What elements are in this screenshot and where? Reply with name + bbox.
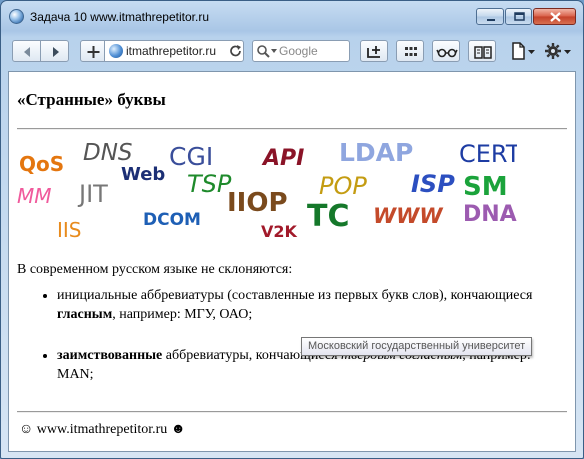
banner-word: DCOM bbox=[143, 210, 201, 230]
glasses-icon bbox=[436, 48, 458, 58]
grid-view-button[interactable] bbox=[396, 40, 424, 62]
book-icon bbox=[474, 46, 492, 59]
item2-bold: заимствованные bbox=[57, 348, 163, 363]
page-heading: «Странные» буквы bbox=[17, 90, 166, 109]
banner-word: IIS bbox=[57, 218, 82, 238]
bottom-divider bbox=[17, 411, 567, 413]
search-field[interactable] bbox=[252, 40, 350, 62]
settings-menu-button[interactable] bbox=[542, 40, 573, 62]
search-input[interactable] bbox=[279, 43, 345, 59]
gear-icon bbox=[545, 43, 571, 59]
item1-text: инициальные аббревиатуры (составленные и… bbox=[57, 288, 533, 303]
item1-text-end: , например: МГУ, ОАО; bbox=[112, 307, 253, 322]
search-icon bbox=[257, 45, 277, 58]
bookmarks-button[interactable] bbox=[468, 40, 496, 62]
banner-word: DNA bbox=[463, 202, 517, 227]
intro-text: В современном русском языке не склоняютс… bbox=[17, 262, 293, 277]
banner-word: WWW bbox=[373, 204, 443, 228]
abbreviations-banner-image: QoS DNS CGI TSP API LDAP CERT MM JIT Web… bbox=[17, 134, 517, 238]
smiley-icon: ☺ bbox=[19, 422, 34, 437]
banner-word: V2K bbox=[261, 222, 297, 239]
abbreviation-tooltip: Московский государственный университет bbox=[301, 337, 533, 356]
site-globe-icon bbox=[109, 44, 123, 58]
page-icon bbox=[512, 42, 535, 60]
reload-icon[interactable] bbox=[228, 43, 244, 59]
reading-list-button[interactable] bbox=[432, 40, 460, 62]
close-button[interactable] bbox=[533, 8, 576, 25]
minimize-button[interactable] bbox=[476, 8, 504, 25]
close-icon bbox=[550, 12, 561, 22]
minimize-icon bbox=[487, 19, 495, 21]
browser-toolbar: itmathrepetitor.ru bbox=[9, 35, 577, 69]
maximize-icon bbox=[514, 12, 525, 21]
banner-word: CERT bbox=[459, 140, 517, 168]
banner-word: TC bbox=[307, 199, 350, 234]
window-title: Задача 10 www.itmathrepetitor.ru bbox=[30, 10, 209, 24]
title-bar[interactable]: Задача 10 www.itmathrepetitor.ru bbox=[1, 1, 583, 31]
banner-word: POP bbox=[319, 172, 367, 200]
page-menu-button[interactable] bbox=[507, 40, 538, 62]
banner-word: TSP bbox=[187, 170, 232, 198]
smiley-filled-icon: ☻ bbox=[170, 422, 186, 437]
forward-button[interactable] bbox=[40, 40, 69, 62]
list-item: инициальные аббревиатуры (составленные и… bbox=[57, 286, 557, 324]
maximize-button[interactable] bbox=[505, 8, 532, 25]
address-bar[interactable]: itmathrepetitor.ru bbox=[104, 40, 244, 62]
plus-icon bbox=[87, 46, 100, 58]
item1-bold: гласным bbox=[57, 307, 113, 322]
top-divider bbox=[17, 128, 567, 130]
banner-word: API bbox=[263, 146, 305, 171]
safari-app-icon bbox=[9, 9, 24, 24]
browser-window: Задача 10 www.itmathrepetitor.ru itmathr… bbox=[0, 0, 584, 459]
back-arrow-icon bbox=[24, 47, 30, 57]
banner-word: CGI bbox=[169, 142, 214, 171]
page-content: «Странные» буквы QoS DNS CGI TSP API LDA… bbox=[8, 71, 576, 452]
banner-word: Web bbox=[121, 164, 166, 185]
banner-word: MM bbox=[17, 184, 52, 208]
banner-word: QoS bbox=[19, 152, 65, 176]
banner-word: ISP bbox=[411, 170, 455, 198]
footer: ☺ www.itmathrepetitor.ru ☻ bbox=[19, 422, 186, 438]
back-button[interactable] bbox=[12, 40, 41, 62]
address-text[interactable]: itmathrepetitor.ru bbox=[126, 44, 216, 58]
banner-word: JIT bbox=[79, 180, 108, 208]
top-sites-button[interactable] bbox=[360, 40, 388, 62]
add-tab-icon bbox=[367, 46, 380, 58]
banner-word: IIOP bbox=[227, 188, 288, 218]
forward-arrow-icon bbox=[53, 47, 59, 57]
banner-word: DNS bbox=[83, 140, 133, 166]
grid-icon bbox=[405, 47, 417, 56]
banner-word: LDAP bbox=[339, 138, 414, 167]
footer-site: www.itmathrepetitor.ru bbox=[36, 422, 168, 437]
add-bookmark-button[interactable] bbox=[80, 40, 105, 62]
banner-word: SM bbox=[463, 172, 508, 202]
